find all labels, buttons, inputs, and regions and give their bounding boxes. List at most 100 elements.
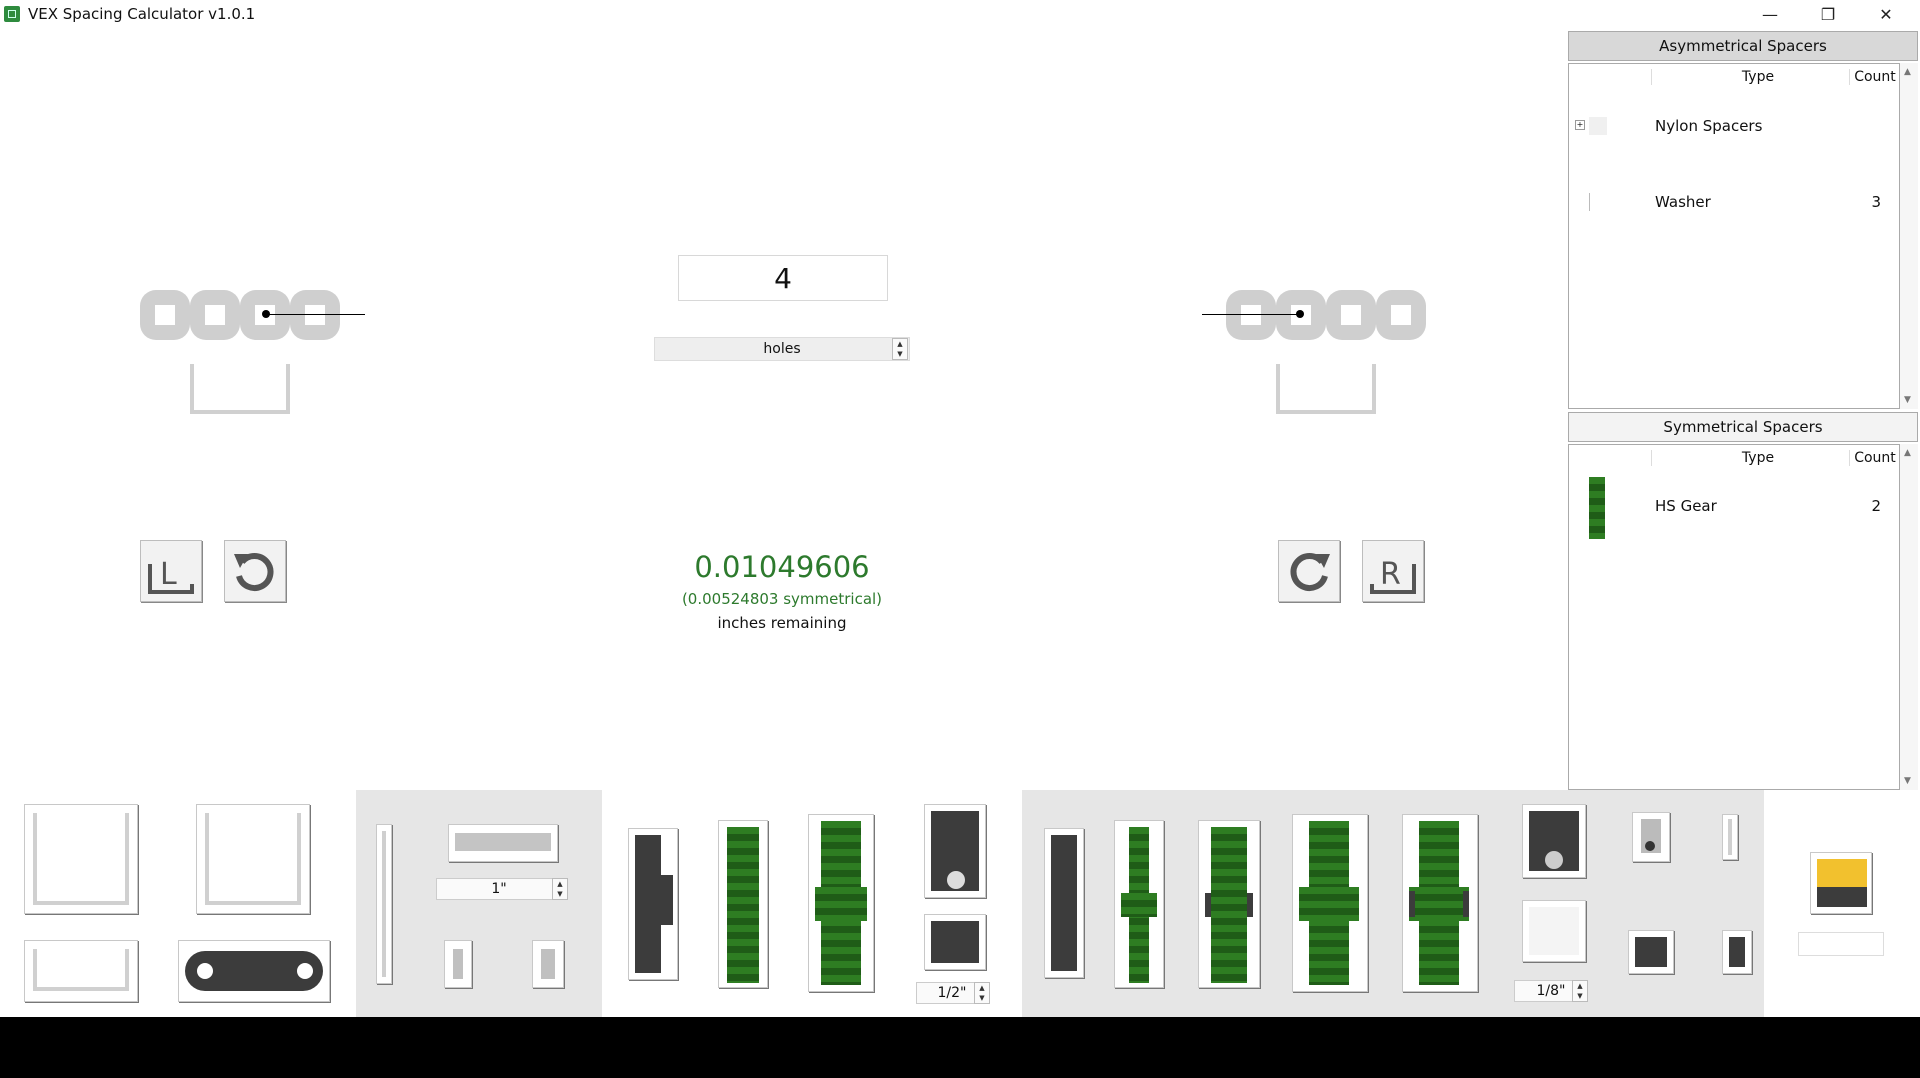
left-hole-bar[interactable] [140,290,340,340]
scroll-up-icon[interactable]: ▲ [1904,448,1911,458]
right-r-button[interactable]: R [1362,540,1424,602]
axle-part[interactable] [376,824,392,984]
hole[interactable] [1376,290,1426,340]
list-item[interactable]: HS Gear 2 [1569,477,1899,541]
close-button[interactable]: ✕ [1858,0,1914,28]
list-item[interactable]: + Nylon Spacers [1569,117,1899,147]
scroll-up-icon[interactable]: ▲ [1904,67,1911,77]
hs-gear-36-part[interactable] [1198,820,1260,988]
left-pin-marker [262,310,270,318]
length-spinner-2[interactable]: ▲ ▼ [974,982,990,1004]
rotate-left-button[interactable] [224,540,286,602]
symmetrical-scrollbar[interactable]: ▲ ▼ [1900,444,1918,790]
symmetrical-header[interactable]: Symmetrical Spacers [1568,412,1918,442]
type-column-header[interactable]: Type [1651,69,1864,85]
holes-count-input[interactable]: 4 [678,255,888,301]
nylon-spacer-part[interactable] [532,940,564,988]
hs-gear-icon [1589,477,1605,539]
hs-gear-12-part[interactable] [1114,820,1164,988]
list-item[interactable]: Washer 3 [1569,193,1899,223]
shaft-collar-part[interactable] [448,824,558,862]
c-channel-tall-part[interactable] [24,804,138,914]
symmetrical-list[interactable]: Type Count HS Gear 2 [1568,444,1900,790]
count-column-header[interactable]: Count [1849,69,1900,85]
hs-gear-zone: 1/8" ▲ ▼ [1022,790,1764,1017]
c-channel-short-part[interactable] [24,940,138,1002]
type-column-header[interactable]: Type [1651,450,1864,466]
right-hole-bar[interactable] [1226,290,1426,340]
symmetrical-value: (0.00524803 symmetrical) [681,590,883,608]
dark-swatch [1817,887,1867,907]
count-column-header[interactable]: Count [1849,450,1900,466]
length-select-1[interactable]: 1" [436,878,562,900]
left-pin-line [266,314,365,315]
gear-zone: 1/2" ▲ ▼ [602,790,1022,1017]
nut-part[interactable] [1722,930,1752,974]
result-block: 0.01049606 (0.00524803 symmetrical) inch… [600,550,964,632]
list-header: Type Count [1569,445,1899,471]
thin-washer-part[interactable] [1722,814,1738,860]
washer-part[interactable] [1632,812,1670,862]
row-type: Washer [1655,193,1711,211]
color-zone [1764,790,1920,1017]
color-input[interactable] [1798,932,1884,956]
sprocket-large-part[interactable] [924,804,986,898]
minimize-button[interactable]: — [1742,0,1798,28]
hs-shaft-part[interactable] [1044,828,1084,978]
yellow-swatch [1817,859,1867,887]
hole[interactable] [1226,290,1276,340]
l-channel-icon: L [148,557,194,594]
restore-button[interactable]: ❐ [1800,0,1856,28]
pinion-part[interactable] [628,828,678,980]
link-bar-part[interactable] [178,940,330,1002]
small-spacer-part[interactable] [444,940,472,988]
hole[interactable] [190,290,240,340]
right-channel-profile [1276,364,1376,414]
shaft-zone: 1" ▲ ▼ [356,790,602,1017]
hs-gear-60-part[interactable] [1292,814,1368,992]
lock-nut-part[interactable] [1628,930,1674,974]
unit-select[interactable]: holes [654,337,910,361]
app-logo-icon [4,6,20,22]
hole[interactable] [140,290,190,340]
hs-gear-84-part[interactable] [1402,814,1478,992]
bearing-block-part[interactable] [1522,900,1586,962]
remaining-label: inches remaining [717,614,847,632]
gear-36-part[interactable] [718,820,768,988]
asymmetrical-header[interactable]: Asymmetrical Spacers [1568,31,1918,61]
length-spinner-1[interactable]: ▲ ▼ [552,878,568,900]
color-swatch-button[interactable] [1810,852,1872,914]
list-header: Type Count [1569,64,1899,90]
scroll-down-icon[interactable]: ▼ [1904,395,1911,405]
r-channel-icon: R [1370,557,1416,594]
bearing-flat-part[interactable] [1522,804,1586,878]
hole[interactable] [290,290,340,340]
left-l-button[interactable]: L [140,540,202,602]
parts-toolbar: 1" ▲ ▼ 1/2" ▲ ▼ 1/8" ▲ ▼ [0,790,1920,1017]
expand-icon[interactable]: + [1575,120,1585,130]
asymmetrical-list[interactable]: Type Count + Nylon Spacers Washer 3 [1568,63,1900,409]
remaining-value: 0.01049606 [694,550,870,584]
svg-text:L: L [160,557,177,592]
channel-zone [0,790,356,1017]
scroll-down-icon[interactable]: ▼ [1904,776,1911,786]
right-pin-line [1202,314,1300,315]
sprocket-small-part[interactable] [924,914,986,970]
u-channel-part[interactable] [196,804,310,914]
left-channel-profile [190,364,290,414]
hole[interactable] [1326,290,1376,340]
gear-60-part[interactable] [808,814,874,992]
row-count: 3 [1871,193,1881,211]
app-window: VEX Spacing Calculator v1.0.1 — ❐ ✕ L 4 … [0,0,1920,1017]
right-pin-marker [1296,310,1304,318]
rotate-cw-icon [1290,553,1330,591]
nylon-spacer-icon [1589,117,1607,135]
row-type: HS Gear [1655,497,1717,515]
rotate-right-button[interactable] [1278,540,1340,602]
unit-spinner[interactable]: ▲ ▼ [892,338,908,360]
title-bar: VEX Spacing Calculator v1.0.1 — ❐ ✕ [0,0,1920,28]
length-spinner-3[interactable]: ▲ ▼ [1572,980,1588,1002]
rotate-ccw-icon [234,553,274,591]
asymmetrical-scrollbar[interactable]: ▲ ▼ [1900,63,1918,409]
svg-text:R: R [1380,557,1401,592]
